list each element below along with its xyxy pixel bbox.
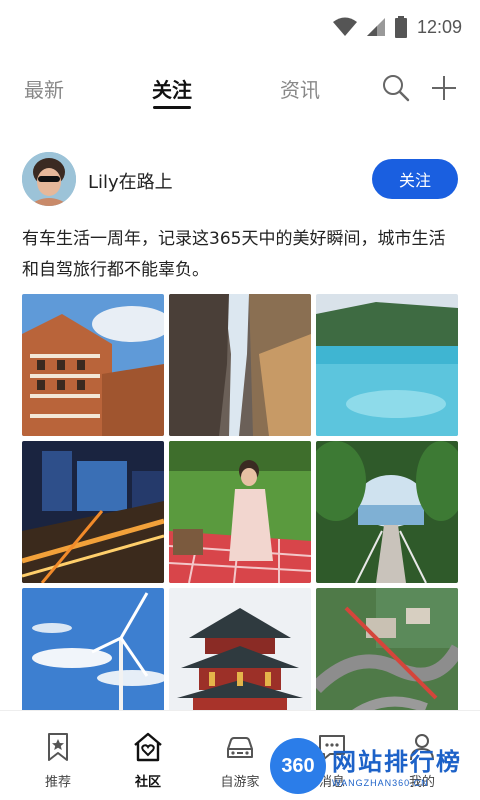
nav-recommend-label: 推荐 [44, 775, 71, 790]
tab-news[interactable]: 资讯 [280, 74, 320, 103]
wind-turbine-photo[interactable] [22, 588, 164, 730]
nav-self-drive[interactable]: 自游家 [202, 731, 278, 790]
search-icon[interactable] [380, 72, 412, 104]
signal-icon [366, 18, 385, 36]
site-watermark: 360 网站排行榜 WANGZHAN360.CN [270, 736, 480, 800]
building-photo[interactable] [22, 294, 164, 436]
picnic-photo[interactable] [169, 441, 311, 583]
car-icon [227, 737, 253, 758]
plus-icon[interactable] [428, 72, 460, 104]
status-icons: 12:09 [332, 16, 462, 38]
active-tab-indicator [153, 106, 191, 109]
wifi-icon [332, 17, 357, 36]
watermark-title: 网站排行榜 [332, 748, 462, 776]
top-tab-bar: 最新 关注 资讯 [0, 68, 480, 112]
follow-button[interactable]: 关注 [372, 159, 458, 199]
post-header: Lily在路上 关注 [22, 152, 458, 208]
nav-self-drive-label: 自游家 [220, 775, 260, 790]
status-time: 12:09 [416, 16, 462, 37]
bookmark-star-icon [48, 733, 68, 761]
nav-community[interactable]: 社区 [110, 731, 186, 790]
watermark-subtitle: WANGZHAN360.CN [332, 778, 429, 788]
status-bar: 12:09 [0, 0, 480, 56]
aerial-road-photo[interactable] [316, 588, 458, 730]
username[interactable]: Lily在路上 [88, 168, 173, 194]
tab-latest[interactable]: 最新 [24, 74, 64, 103]
nav-community-label: 社区 [134, 775, 161, 790]
nav-recommend[interactable]: 推荐 [20, 731, 96, 790]
watermark-badge: 360 [270, 738, 326, 794]
garden-path-photo[interactable] [316, 441, 458, 583]
home-heart-icon [134, 732, 162, 762]
pavilion-photo[interactable] [169, 588, 311, 730]
battery-icon [394, 16, 407, 38]
post-text: 有车生活一周年，记录这365天中的美好瞬间，城市生活和自驾旅行都不能辜负。 [22, 229, 446, 280]
lake-photo[interactable] [316, 294, 458, 436]
avatar[interactable] [22, 152, 76, 206]
tab-following[interactable]: 关注 [152, 74, 192, 103]
city-night-photo[interactable] [22, 441, 164, 583]
canyon-photo[interactable] [169, 294, 311, 436]
photo-grid [22, 294, 458, 730]
